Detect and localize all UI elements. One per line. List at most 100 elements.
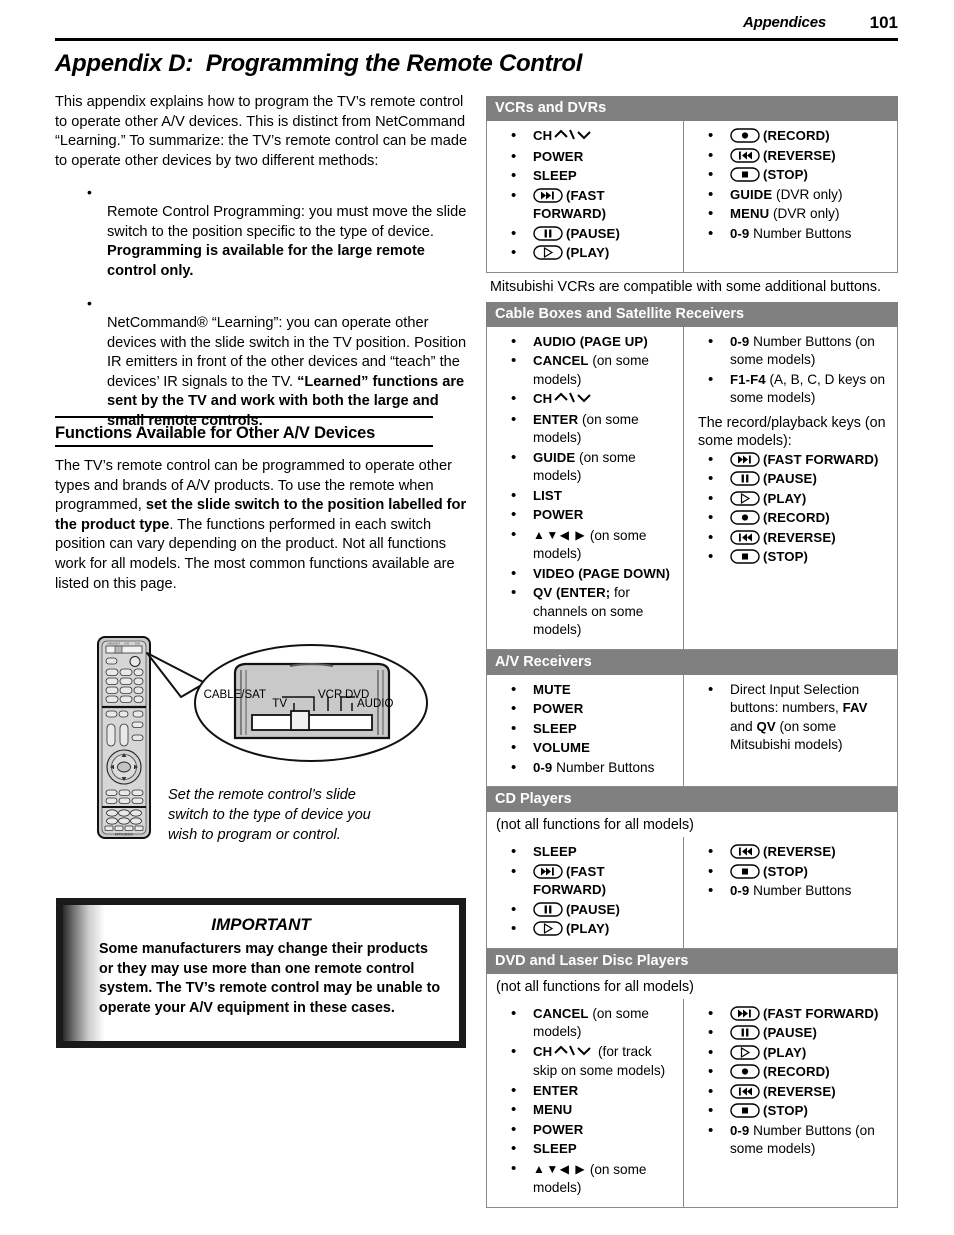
command-label: (STOP): [763, 549, 809, 564]
command-label: MUTE: [533, 681, 571, 697]
list-item: • CH: [487, 127, 679, 147]
table-column-left: • SLEEP • (FAST FORWARD) • (PAUSE) • (PLAY): [487, 837, 684, 948]
bullet-dot: •: [511, 680, 517, 698]
bullet-dot: •: [708, 370, 714, 388]
command-label: (RECORD): [763, 128, 830, 143]
list-item: • (STOP): [684, 863, 891, 882]
list-item: • (FAST FORWARD): [684, 451, 891, 470]
function-list: • SLEEP • (FAST FORWARD) • (PAUSE) • (PLAY): [487, 843, 679, 939]
bullet-dot: •: [708, 528, 714, 546]
list-item: • GUIDE (DVR only): [684, 186, 891, 205]
list-item: • GUIDE (on some models): [487, 449, 679, 486]
bullet-dot: •: [708, 224, 714, 242]
important-callout-box: IMPORTANT Some manufacturers may change …: [56, 898, 466, 1048]
bullet-dot: •: [708, 450, 714, 468]
bullet-dot: •: [708, 127, 714, 144]
remote-brand-label: MITSUBISHI: [115, 833, 133, 837]
bullet-dot: •: [511, 167, 517, 184]
bullet-text-bold: Programming is available for the large r…: [107, 243, 425, 279]
command-label: (REVERSE): [763, 529, 836, 545]
function-list: • MUTE • POWER • SLEEP • VOLUME • 0-9 Number Butt…: [487, 681, 679, 778]
list-item: • VOLUME: [487, 739, 679, 758]
table-body: • SLEEP • (FAST FORWARD) • (PAUSE) • (PLAY) • (RE…: [486, 837, 898, 949]
left-column: This appendix explains how to program th…: [55, 93, 470, 445]
list-item: • LIST: [487, 487, 679, 506]
bullet-dot: •: [708, 843, 714, 860]
table-cd-players: CD Players (not all functions for all mod…: [486, 787, 898, 949]
bullet-dot: •: [511, 1081, 517, 1099]
bullet-dot: •: [708, 185, 714, 203]
bullet-dot: •: [708, 509, 714, 526]
table-body: • CANCEL (on some models) • CH (for track s…: [486, 998, 898, 1208]
bullet-dot: •: [511, 448, 517, 466]
command-label: LIST: [533, 487, 562, 503]
bullet-dot: •: [511, 584, 517, 601]
list-item: • 0-9 Number Buttons: [487, 759, 679, 778]
slide-label-cable-sat: CABLE/SAT: [204, 689, 266, 701]
reverse-icon: [730, 1083, 760, 1099]
command-label: SLEEP: [533, 1141, 577, 1156]
list-item: • SLEEP: [487, 720, 679, 739]
table-column-left: • AUDIO (PAGE UP) • CANCEL (on some models)…: [487, 326, 684, 649]
svg-text:CABLE/SAT: CABLE/SAT: [107, 643, 121, 646]
item-text: Number Buttons: [749, 883, 852, 898]
item-text: and: [730, 718, 757, 734]
bullet-dot: •: [708, 548, 714, 565]
command-label: 0-9: [730, 333, 750, 349]
bullet-dot: •: [708, 882, 714, 899]
header-divider: [55, 38, 898, 41]
page-number: 101: [869, 13, 898, 32]
page-title: Appendix D: Programming the Remote Contr…: [55, 50, 583, 77]
bullet-dot: •: [511, 147, 517, 165]
command-label: (PAUSE): [763, 1025, 817, 1040]
play-icon: [730, 490, 760, 506]
list-item: • POWER: [487, 700, 679, 719]
list-item: • (STOP): [684, 166, 891, 185]
command-label: MENU: [533, 1102, 573, 1117]
list-item: • (PLAY): [487, 244, 679, 263]
section-paragraph: The TV’s remote control can be programme…: [55, 457, 473, 594]
channel-up-down-icon: [553, 128, 593, 147]
command-label: POWER: [533, 1121, 584, 1137]
bullet-dot: •: [511, 525, 517, 543]
command-label: (STOP): [763, 167, 809, 182]
bullet-dot: •: [511, 920, 517, 937]
function-list: • CANCEL (on some models) • CH (for track s…: [487, 1005, 679, 1198]
table-body: • AUDIO (PAGE UP) • CANCEL (on some models)…: [486, 326, 898, 650]
command-label: (REVERSE): [763, 844, 836, 859]
list-item: • ENTER: [487, 1082, 679, 1101]
play-icon: [533, 921, 563, 936]
command-label: (PLAY): [763, 1044, 807, 1060]
list-item: • CH: [487, 390, 679, 410]
command-label: 0-9: [533, 759, 553, 775]
svg-text:VCR: VCR: [124, 643, 129, 646]
slide-label-vcr: VCR: [318, 689, 342, 701]
function-list: • (FAST FORWARD) • (PAUSE) • (PLAY) • (RECORD) •…: [684, 1005, 891, 1159]
bullet-dot: •: [708, 166, 714, 183]
table-column-right: • (REVERSE) • (STOP) • 0-9 Number Buttons: [684, 837, 897, 948]
list-item: • (PAUSE): [684, 1024, 891, 1043]
bullet-dot: •: [708, 1063, 714, 1080]
list-item: • MUTE: [487, 681, 679, 700]
command-label: MENU: [730, 206, 770, 221]
command-label: POWER: [533, 148, 584, 164]
list-item: • MENU (DVR only): [684, 205, 891, 224]
bullet-dot: •: [511, 843, 517, 860]
command-label: CH: [533, 128, 553, 143]
table-column-right: • (FAST FORWARD) • (PAUSE) • (PLAY) • (RECORD) •…: [684, 999, 897, 1207]
pause-icon: [533, 225, 563, 241]
function-list: • CH • POWER • SLEEP • (FAST FORWARD) • (PAUSE) •(…: [487, 127, 679, 263]
table-subnote: (not all functions for all models): [486, 973, 898, 999]
reverse-icon: [730, 529, 760, 545]
list-item: • NetCommand® “Learning”: you can operate…: [55, 294, 470, 431]
list-item: • (FAST FORWARD): [487, 863, 679, 900]
bullet-text-plain: Remote Control Programming: you must mov…: [107, 203, 467, 240]
list-item: • POWER: [487, 148, 679, 167]
figure-caption: Set the remote control’s slide switch to…: [168, 787, 371, 843]
command-label: 0-9: [730, 225, 750, 241]
record-icon: [730, 128, 760, 143]
list-item: • POWER: [487, 1121, 679, 1140]
table-dvd-and-laser-disc-players: DVD and Laser Disc Players (not all funct…: [486, 948, 898, 1208]
device-function-tables: VCRs and DVRs • CH • POWER • SLEEP • (FAST FORWA…: [486, 96, 898, 1208]
item-text: Number Buttons (on some models): [730, 333, 875, 368]
